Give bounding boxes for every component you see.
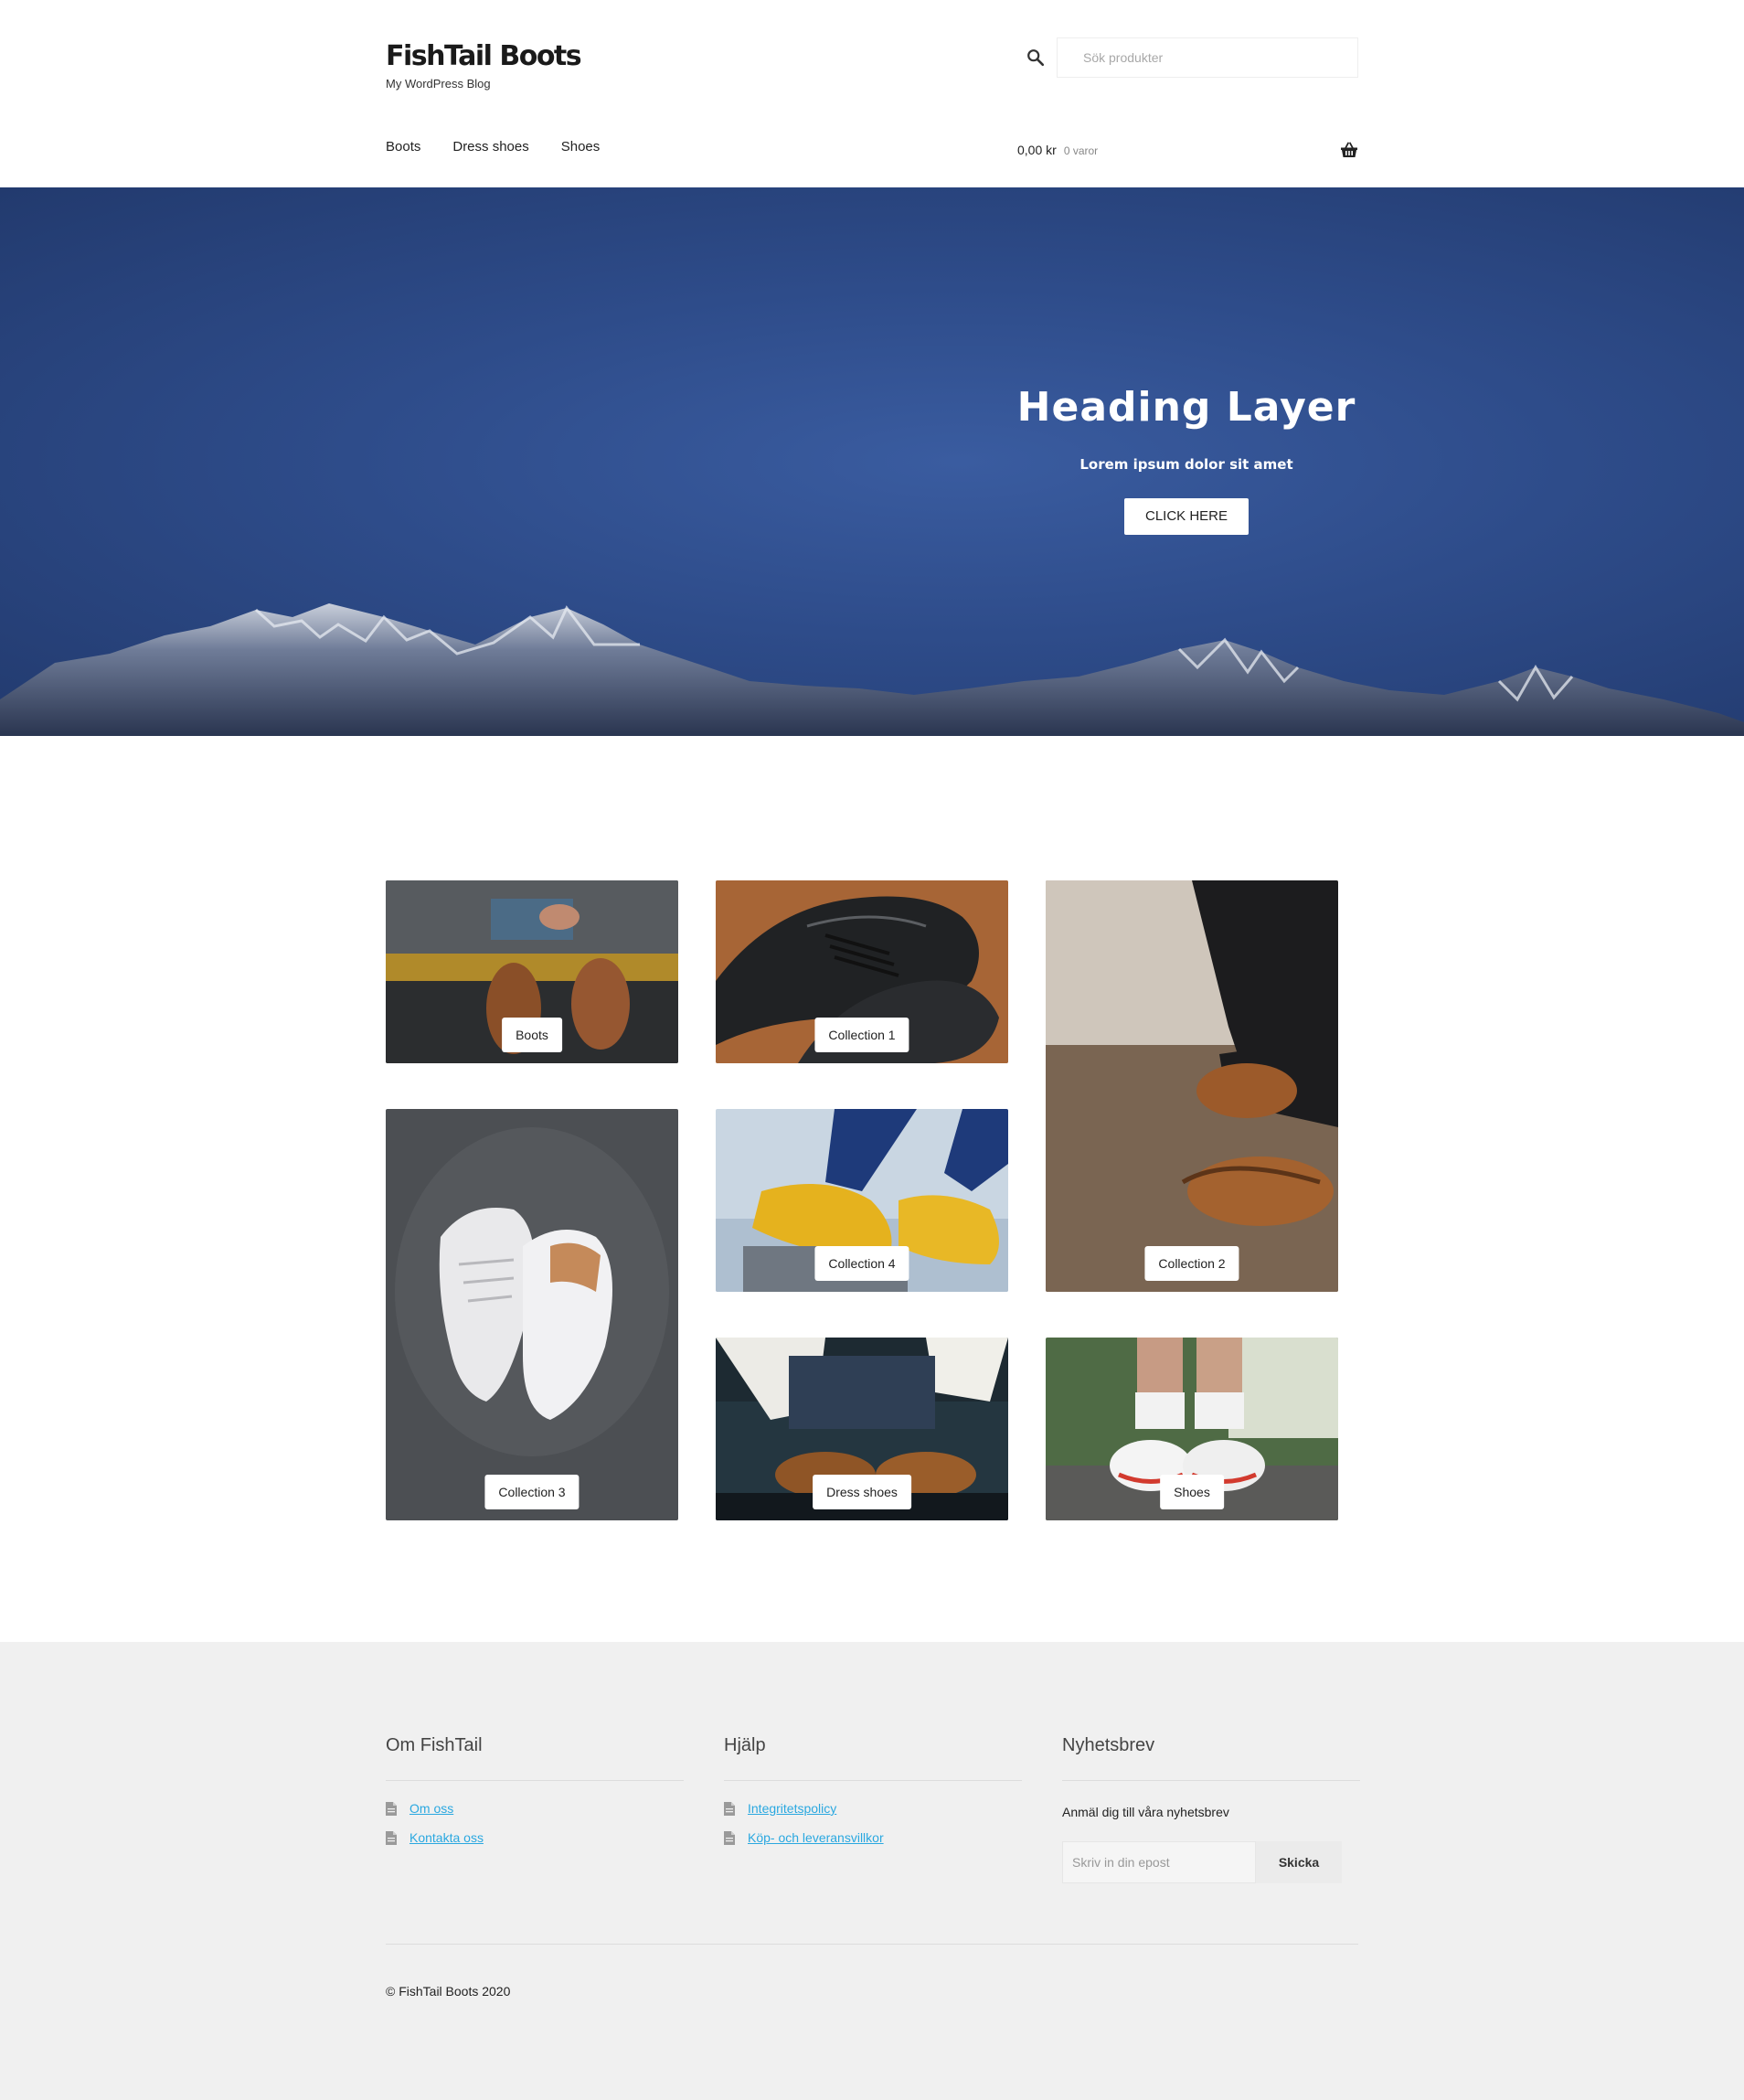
nav-item-dress-shoes[interactable]: Dress shoes — [452, 139, 528, 155]
hero-cta-button[interactable]: CLICK HERE — [1124, 498, 1249, 535]
nav-item-boots[interactable]: Boots — [386, 139, 420, 155]
collection-label[interactable]: Collection 1 — [814, 1018, 909, 1052]
collection-label[interactable]: Shoes — [1160, 1475, 1224, 1509]
brand: FishTail Boots My WordPress Blog — [386, 38, 582, 91]
document-icon — [386, 1830, 397, 1845]
collection-tile-collection-2[interactable]: Collection 2 — [1046, 880, 1338, 1292]
footer-help-column: Hjälp Integritetspolicy Köp- och leveran… — [724, 1735, 1022, 1845]
site-tagline: My WordPress Blog — [386, 77, 491, 91]
footer-link-item: Integritetspolicy — [724, 1801, 1022, 1816]
document-icon — [724, 1801, 735, 1816]
collection-3-photo — [386, 1109, 678, 1520]
collection-label[interactable]: Dress shoes — [813, 1475, 911, 1509]
search-icon[interactable] — [1026, 48, 1046, 68]
collection-tile-collection-4[interactable]: Collection 4 — [716, 1109, 1008, 1292]
nav-item-shoes[interactable]: Shoes — [561, 139, 601, 155]
footer-about-column: Om FishTail Om oss Kontakta oss — [386, 1735, 684, 1845]
site-header: FishTail Boots My WordPress Blog Boots D… — [0, 0, 1744, 187]
footer-link-item: Om oss — [386, 1801, 684, 1816]
site-title[interactable]: FishTail Boots — [386, 38, 582, 75]
collection-tile-collection-3[interactable]: Collection 3 — [386, 1109, 678, 1520]
footer-newsletter-title: Nyhetsbrev — [1062, 1735, 1360, 1781]
footer-newsletter-column: Nyhetsbrev Anmäl dig till våra nyhetsbre… — [1062, 1735, 1360, 1883]
cart-count: 0 varor — [1063, 144, 1099, 157]
cart-amount: 0,00 kr — [1017, 143, 1057, 157]
collection-label[interactable]: Boots — [502, 1018, 562, 1052]
collection-2-photo — [1046, 880, 1338, 1292]
footer-link-item: Kontakta oss — [386, 1830, 684, 1845]
collection-label[interactable]: Collection 3 — [484, 1475, 580, 1509]
basket-icon[interactable] — [1340, 142, 1358, 158]
footer-divider — [386, 1944, 1358, 1945]
newsletter-form: Skicka — [1062, 1841, 1360, 1883]
collection-label[interactable]: Collection 2 — [1144, 1246, 1239, 1281]
newsletter-submit-button[interactable]: Skicka — [1256, 1841, 1342, 1883]
site-footer: Om FishTail Om oss Kontakta oss Hjälp In… — [0, 1642, 1744, 2100]
copyright-text: © FishTail Boots 2020 — [386, 1984, 511, 1999]
hero-subtitle: Lorem ipsum dolor sit amet — [1079, 456, 1293, 473]
collection-tile-dress-shoes[interactable]: Dress shoes — [716, 1338, 1008, 1520]
main-nav: Boots Dress shoes Shoes — [386, 139, 600, 155]
footer-link-om-oss[interactable]: Om oss — [409, 1801, 453, 1816]
collection-tile-boots[interactable]: Boots — [386, 880, 678, 1063]
document-icon — [386, 1801, 397, 1816]
newsletter-email-input[interactable] — [1062, 1841, 1256, 1883]
footer-link-integritetspolicy[interactable]: Integritetspolicy — [748, 1801, 836, 1816]
hero-content: Heading Layer Lorem ipsum dolor sit amet… — [996, 384, 1377, 535]
hero-banner: Heading Layer Lorem ipsum dolor sit amet… — [0, 187, 1744, 736]
collection-tile-shoes[interactable]: Shoes — [1046, 1338, 1338, 1520]
footer-link-kontakta-oss[interactable]: Kontakta oss — [409, 1830, 484, 1845]
footer-link-kop-och-leveransvillkor[interactable]: Köp- och leveransvillkor — [748, 1830, 884, 1845]
collection-tile-collection-1[interactable]: Collection 1 — [716, 880, 1008, 1063]
search-input[interactable] — [1057, 37, 1358, 78]
footer-link-item: Köp- och leveransvillkor — [724, 1830, 1022, 1845]
footer-about-title: Om FishTail — [386, 1735, 684, 1781]
newsletter-text: Anmäl dig till våra nyhetsbrev — [1062, 1805, 1229, 1819]
hero-mountain-image — [0, 603, 1744, 736]
footer-help-title: Hjälp — [724, 1735, 1022, 1781]
document-icon — [724, 1830, 735, 1845]
collection-label[interactable]: Collection 4 — [814, 1246, 909, 1281]
hero-heading: Heading Layer — [1016, 384, 1356, 431]
cart-summary[interactable]: 0,00 kr 0 varor — [1017, 143, 1098, 157]
